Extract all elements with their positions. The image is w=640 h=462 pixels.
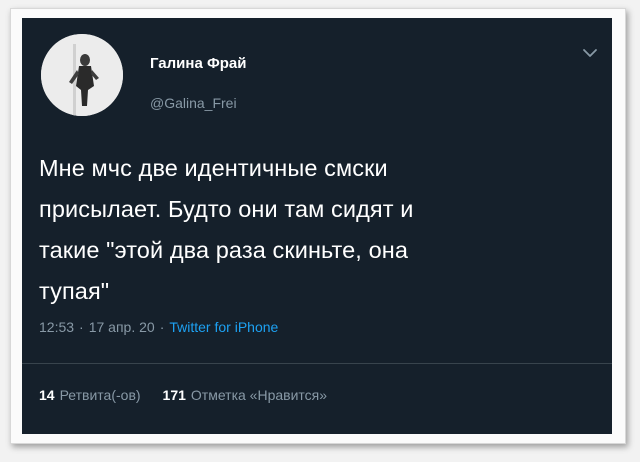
tweet-card: Галина Фрай @Galina_Frei Мне мчс две иде… [22,18,612,434]
separator-dot: · [159,319,165,335]
retweets-count: 14 [39,387,55,403]
avatar-photo [41,34,123,116]
separator-dot: · [79,319,84,335]
user-name[interactable]: Галина Фрай [150,55,247,72]
retweets-label: Ретвита(-ов) [59,387,141,403]
likes-stat[interactable]: 171 Отметка «Нравится» [163,387,327,403]
tweet-stats: 14 Ретвита(-ов) 171 Отметка «Нравится» [39,387,327,403]
tweet-time[interactable]: 12:53 [39,319,74,335]
tweet-meta: 12:53 · 17 апр. 20 · Twitter for iPhone [39,319,278,335]
likes-label: Отметка «Нравится» [190,387,328,403]
user-handle[interactable]: @Galina_Frei [150,95,237,111]
tweet-source-link[interactable]: Twitter for iPhone [169,319,278,335]
avatar[interactable] [41,34,123,116]
tweet-text: Мне мчс две идентичные смски присылает. … [39,155,414,304]
divider [22,363,612,364]
tweet-date[interactable]: 17 апр. 20 [89,319,155,335]
retweets-stat[interactable]: 14 Ретвита(-ов) [39,387,141,403]
likes-count: 171 [162,387,186,403]
chevron-down-icon[interactable] [581,46,599,60]
